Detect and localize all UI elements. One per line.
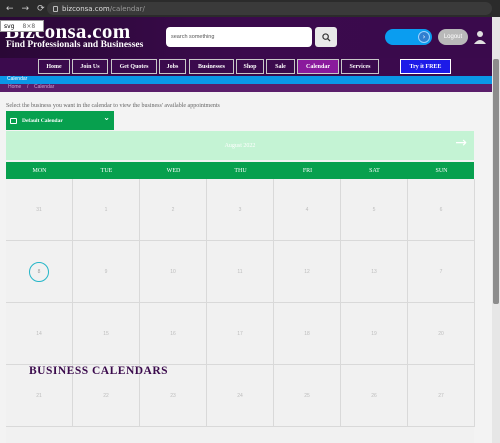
reload-icon[interactable]: ⟳ xyxy=(37,4,45,14)
browser-nav: ← → ⟳ xyxy=(6,4,45,14)
breadcrumb-separator: / xyxy=(27,84,29,90)
calendar-day[interactable]: 16 xyxy=(140,303,207,365)
url-path: /calendar/ xyxy=(109,4,145,13)
calendar-day[interactable]: 27 xyxy=(408,365,475,427)
calendar-day[interactable]: 20 xyxy=(408,303,475,365)
calendar-day[interactable]: 5 xyxy=(341,179,408,241)
nav-calendar[interactable]: Calendar xyxy=(297,59,339,74)
site-tagline: Find Professionals and Businesses xyxy=(6,40,144,50)
calendar-day[interactable]: 3 xyxy=(207,179,274,241)
scrollbar-thumb[interactable] xyxy=(493,59,499,304)
nav-get-quotes[interactable]: Get Quotes xyxy=(111,59,157,74)
weekday-thu: THU xyxy=(234,167,247,174)
url-host: bizconsa.com xyxy=(62,4,110,13)
site-header: Bizconsa.com Find Professionals and Busi… xyxy=(0,17,492,58)
weekday-mon: MON xyxy=(32,167,47,174)
user-avatar-icon[interactable] xyxy=(474,30,486,44)
weekday-header: MON TUE WED THU FRI SAT SUN xyxy=(6,162,474,179)
chevron-down-icon: ⌄ xyxy=(103,113,110,122)
tooltip-size: 8×8 xyxy=(22,22,36,30)
lock-icon xyxy=(53,5,58,12)
calendar-day[interactable]: 14 xyxy=(6,303,73,365)
calendar-day[interactable]: 2 xyxy=(140,179,207,241)
breadcrumb-home[interactable]: Home xyxy=(8,84,21,90)
calendar-grid: 31 1 2 3 4 5 6 8 9 10 11 12 13 7 14 15 1… xyxy=(6,179,475,443)
address-bar[interactable]: bizconsa.com/calendar/ xyxy=(47,2,492,15)
calendar-day[interactable]: 18 xyxy=(274,303,341,365)
section-bar: Calendar xyxy=(0,76,492,84)
tooltip-tag: svg xyxy=(4,22,15,30)
calendar-day[interactable]: 10 xyxy=(140,241,207,303)
weekday-tue: TUE xyxy=(100,167,113,174)
calendar-day[interactable]: 17 xyxy=(207,303,274,365)
nav-sale[interactable]: Sale xyxy=(266,59,295,74)
calendar-day[interactable]: 13 xyxy=(341,241,408,303)
calendar-instruction: Select the business you want in the cale… xyxy=(6,103,220,109)
weekday-sun: SUN xyxy=(435,167,448,174)
calendar-day[interactable]: 19 xyxy=(341,303,408,365)
page-scrollbar[interactable] xyxy=(492,17,500,443)
business-calendars-heading: BUSINESS CALENDARS xyxy=(29,365,169,377)
weekday-sat: SAT xyxy=(369,167,380,174)
calendar-day[interactable]: 1 xyxy=(73,179,140,241)
section-title: Calendar xyxy=(7,76,28,82)
main-nav: Home Join Us Get Quotes Jobs Businesses … xyxy=(0,58,492,76)
try-free-button[interactable]: Try it FREE xyxy=(400,59,451,74)
calendar-day[interactable]: 4 xyxy=(274,179,341,241)
nav-services[interactable]: Services xyxy=(341,59,379,74)
calendar-day[interactable]: 7 xyxy=(408,241,475,303)
weekday-fri: FRI xyxy=(302,167,313,174)
url-text: bizconsa.com/calendar/ xyxy=(62,5,145,13)
calendar-day[interactable]: 24 xyxy=(207,365,274,427)
theme-toggle[interactable]: › xyxy=(385,29,432,45)
calendar-select[interactable]: Default Calendar ⌄ xyxy=(6,111,114,130)
today-marker: 8 xyxy=(29,261,49,282)
calendar-select-label: Default Calendar xyxy=(22,117,63,124)
logout-button[interactable]: Logout xyxy=(438,29,468,45)
next-month-arrow-icon[interactable]: → xyxy=(455,135,467,151)
calendar-day[interactable]: 12 xyxy=(274,241,341,303)
calendar-day[interactable]: 26 xyxy=(341,365,408,427)
calendar-day[interactable]: 15 xyxy=(73,303,140,365)
nav-join-us[interactable]: Join Us xyxy=(72,59,108,74)
arrow-right-icon: › xyxy=(418,31,430,43)
calendar-icon xyxy=(10,117,17,124)
nav-jobs[interactable]: Jobs xyxy=(159,59,186,74)
nav-businesses[interactable]: Businesses xyxy=(189,59,234,74)
search-input[interactable]: search something xyxy=(166,27,312,47)
back-arrow-icon[interactable]: ← xyxy=(6,4,14,14)
nav-home[interactable]: Home xyxy=(38,59,70,74)
forward-arrow-icon[interactable]: → xyxy=(22,4,30,14)
nav-shop[interactable]: Shop xyxy=(236,59,264,74)
weekday-wed: WED xyxy=(166,167,181,174)
search-button[interactable] xyxy=(315,27,337,47)
browser-toolbar: ← → ⟳ bizconsa.com/calendar/ xyxy=(0,0,500,17)
calendar-day-today[interactable]: 8 xyxy=(6,241,73,303)
month-header: August 2022 → xyxy=(6,131,474,160)
breadcrumb: Home / Calendar xyxy=(0,84,492,92)
month-label: August 2022 xyxy=(224,142,256,149)
element-tooltip: svg 8×8 xyxy=(0,20,44,32)
calendar-day[interactable]: 11 xyxy=(207,241,274,303)
search-icon xyxy=(321,32,331,42)
calendar-day[interactable]: 31 xyxy=(6,179,73,241)
calendar-day[interactable]: 9 xyxy=(73,241,140,303)
calendar-day[interactable]: 6 xyxy=(408,179,475,241)
breadcrumb-current: Calendar xyxy=(34,84,55,90)
calendar-day[interactable]: 25 xyxy=(274,365,341,427)
